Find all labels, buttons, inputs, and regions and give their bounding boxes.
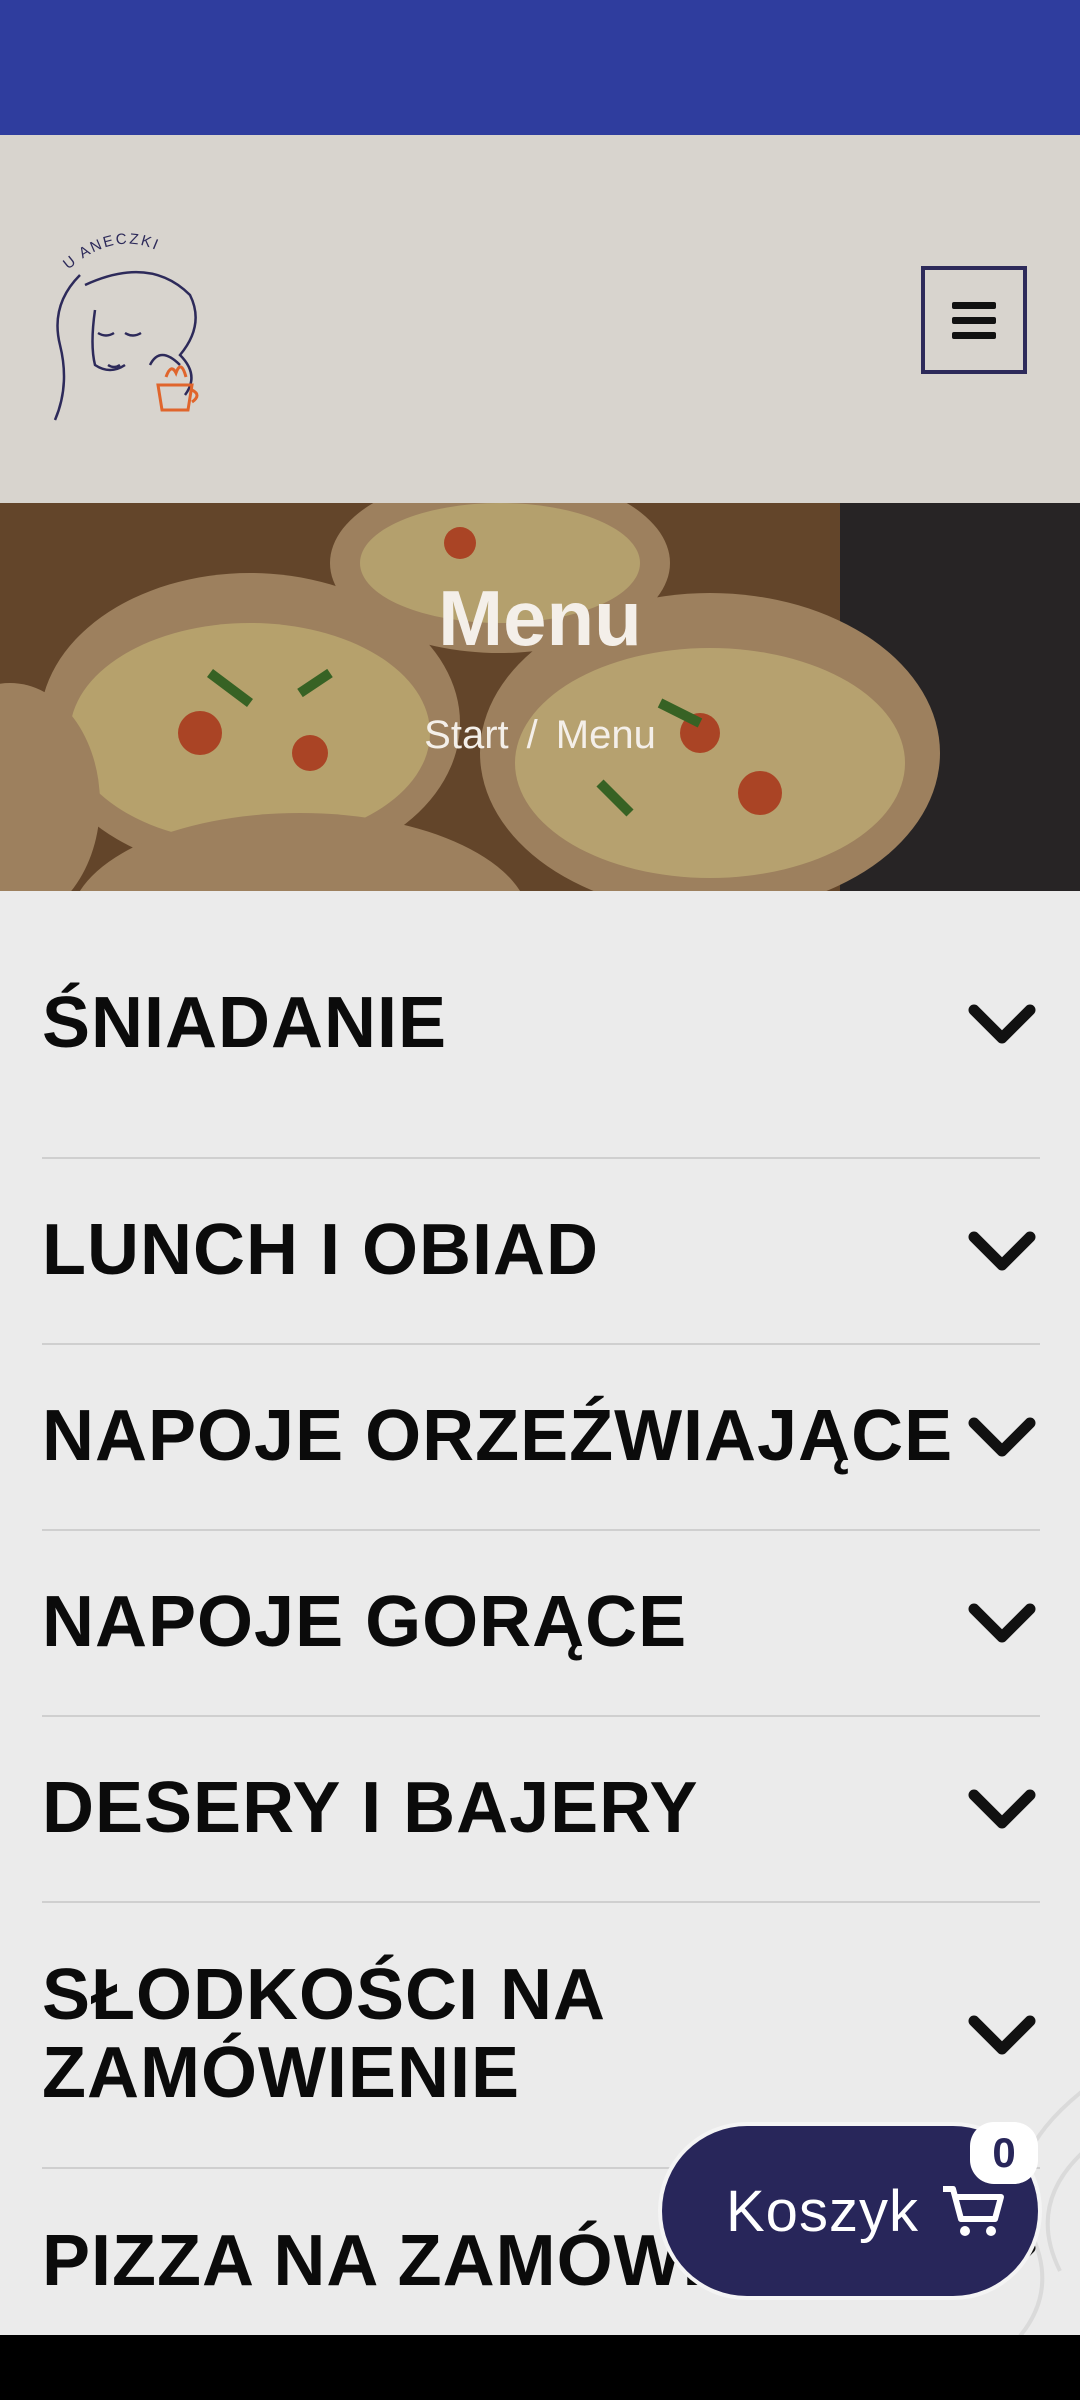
category-label: ŚNIADANIE [42,983,448,1064]
category-label: DESERY I BAJERY [42,1768,699,1849]
chevron-down-icon [968,1231,1036,1271]
category-sniadanie[interactable]: ŚNIADANIE [42,891,1040,1159]
chevron-down-icon [968,2015,1036,2055]
svg-text:U ANECZKI: U ANECZKI [60,230,162,272]
category-label: NAPOJE ORZEŹWIAJĄCE [42,1396,954,1477]
cart-label: Koszyk [726,2178,919,2244]
logo-text: U ANECZKI [60,230,160,272]
chevron-down-icon [968,1603,1036,1643]
navigation-bar [0,2335,1080,2400]
category-label: SŁODKOŚCI NA ZAMÓWIENIE [42,1955,604,2113]
breadcrumb: Start / Menu [0,713,1080,758]
cart-icon [942,2186,1004,2236]
cart-count-badge: 0 [970,2122,1038,2184]
hamburger-menu-button[interactable] [921,266,1027,374]
breadcrumb-separator: / [526,713,538,757]
menu-categories: ŚNIADANIE LUNCH I OBIAD NAPOJE ORZEŹWIAJ… [0,891,1080,2335]
hero-banner: Menu Start / Menu [0,503,1080,891]
chevron-down-icon [968,1004,1036,1044]
category-napoje-gorace[interactable]: NAPOJE GORĄCE [42,1531,1040,1717]
hamburger-icon [952,301,996,309]
category-label: LUNCH I OBIAD [42,1210,599,1291]
breadcrumb-current: Menu [555,713,656,757]
site-header: U ANECZKI [0,135,1080,503]
breadcrumb-start-link[interactable]: Start [424,713,508,757]
logo[interactable]: U ANECZKI [40,215,210,425]
category-napoje-orzezwiajace[interactable]: NAPOJE ORZEŹWIAJĄCE [42,1345,1040,1531]
category-label: NAPOJE GORĄCE [42,1582,688,1663]
status-bar [0,0,1080,135]
category-lunch-i-obiad[interactable]: LUNCH I OBIAD [42,1159,1040,1345]
page-title: Menu [438,574,642,662]
category-desery-i-bajery[interactable]: DESERY I BAJERY [42,1717,1040,1903]
chevron-down-icon [968,1417,1036,1457]
chevron-down-icon [968,1789,1036,1829]
